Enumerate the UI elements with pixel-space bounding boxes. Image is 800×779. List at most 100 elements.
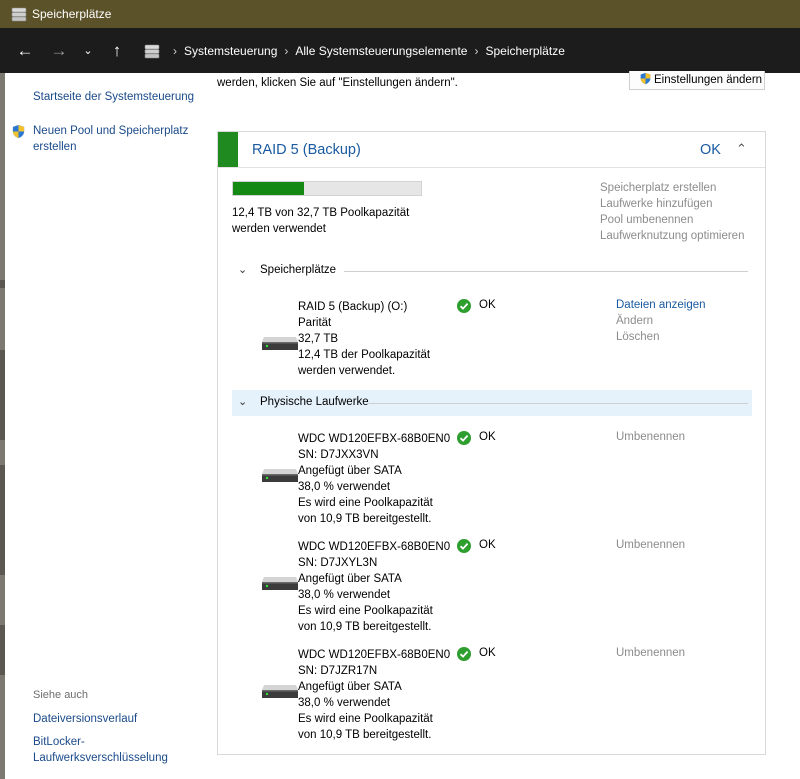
create-space-task[interactable]: Speicherplatz erstellen bbox=[600, 182, 716, 194]
pool-capacity-fill bbox=[233, 182, 305, 195]
rename-drive-link[interactable]: Umbenennen bbox=[616, 431, 685, 443]
drive-status: OK bbox=[479, 431, 496, 443]
rename-drive-link[interactable]: Umbenennen bbox=[616, 539, 685, 551]
drive-capacity: von 10,9 TB bereitgestellt. bbox=[298, 621, 432, 633]
hard-drive-icon bbox=[262, 577, 298, 590]
pool-capacity-line: werden verwendet bbox=[232, 223, 326, 235]
change-space-link[interactable]: Ändern bbox=[616, 315, 653, 327]
storage-space-usage: werden verwendet. bbox=[298, 365, 396, 377]
physical-drive-item: WDC WD120EFBX-68B0EN0 SN: D7JZR17N Angef… bbox=[218, 647, 765, 741]
see-also-heading: Siehe auch bbox=[33, 689, 89, 701]
view-files-link[interactable]: Dateien anzeigen bbox=[616, 299, 706, 311]
breadcrumb-systemsteuerung[interactable]: Systemsteuerung bbox=[184, 44, 277, 58]
physical-drive-details: WDC WD120EFBX-68B0EN0 SN: D7JXYL3N Angef… bbox=[298, 539, 450, 635]
drive-serial: SN: D7JXYL3N bbox=[298, 557, 378, 569]
bitlocker-link-line[interactable]: BitLocker- bbox=[33, 734, 168, 750]
storage-space-name: RAID 5 (Backup) (O:) bbox=[298, 301, 408, 313]
physical-drive-details: WDC WD120EFBX-68B0EN0 SN: D7JZR17N Angef… bbox=[298, 647, 450, 743]
optimize-drive-usage-task[interactable]: Laufwerknutzung optimieren bbox=[600, 230, 744, 242]
background-window-edge bbox=[0, 465, 5, 575]
pool-capacity-bar bbox=[232, 181, 422, 196]
breadcrumb-speicherplaetze[interactable]: Speicherplätze bbox=[485, 44, 564, 58]
uac-shield-icon bbox=[12, 124, 25, 139]
breadcrumb-alle-elemente[interactable]: Alle Systemsteuerungselemente bbox=[295, 44, 467, 58]
storage-space-size: 32,7 TB bbox=[298, 333, 339, 345]
drive-usage: 38,0 % verwendet bbox=[298, 589, 391, 601]
new-pool-link-line[interactable]: erstellen bbox=[33, 139, 188, 155]
control-panel-home-link[interactable]: Startseite der Systemsteuerung bbox=[33, 89, 194, 105]
pool-title: RAID 5 (Backup) bbox=[252, 142, 361, 158]
storage-spaces-icon bbox=[144, 44, 160, 59]
chevron-right-icon: › bbox=[284, 44, 289, 58]
background-window-edge bbox=[0, 280, 5, 288]
intro-text: werden, klicken Sie auf "Einstellungen ä… bbox=[217, 77, 458, 89]
drive-status: OK bbox=[479, 647, 496, 659]
physical-drive-item: WDC WD120EFBX-68B0EN0 SN: D7JXYL3N Angef… bbox=[218, 539, 765, 633]
recent-locations-chevron-icon[interactable]: ⌄ bbox=[77, 40, 99, 62]
drive-capacity: von 10,9 TB bereitgestellt. bbox=[298, 729, 432, 741]
physical-drive-details: WDC WD120EFBX-68B0EN0 SN: D7JXX3VN Angef… bbox=[298, 431, 450, 527]
left-navigation-panel bbox=[0, 73, 205, 779]
storage-spaces-icon bbox=[11, 7, 27, 22]
check-circle-icon bbox=[457, 539, 471, 553]
check-circle-icon bbox=[457, 431, 471, 445]
up-arrow-icon[interactable]: ↑ bbox=[106, 40, 128, 62]
add-drives-task[interactable]: Laufwerke hinzufügen bbox=[600, 198, 713, 210]
chevron-right-icon: › bbox=[474, 44, 479, 58]
pool-header[interactable]: RAID 5 (Backup) OK ⌃ bbox=[218, 132, 765, 168]
storage-space-usage: 12,4 TB der Poolkapazität bbox=[298, 349, 431, 361]
storage-space-resiliency: Parität bbox=[298, 317, 332, 329]
back-arrow-icon[interactable]: ← bbox=[14, 40, 36, 62]
chevron-up-icon[interactable]: ⌃ bbox=[736, 141, 747, 157]
chevron-right-icon: › bbox=[173, 44, 177, 58]
storage-space-details: RAID 5 (Backup) (O:) Parität 32,7 TB 12,… bbox=[298, 299, 430, 379]
background-window-edge bbox=[0, 625, 5, 675]
forward-arrow-icon[interactable]: → bbox=[48, 40, 70, 62]
change-settings-label: Einstellungen ändern bbox=[654, 74, 763, 86]
storage-space-status: OK bbox=[479, 299, 496, 311]
drive-model: WDC WD120EFBX-68B0EN0 bbox=[298, 649, 451, 661]
background-window-edge bbox=[0, 350, 5, 440]
pool-status-accent bbox=[218, 132, 238, 167]
storage-pool-panel: RAID 5 (Backup) OK ⌃ 12,4 TB von 32,7 TB… bbox=[217, 131, 766, 755]
drive-status: OK bbox=[479, 539, 496, 551]
hard-drive-icon bbox=[262, 337, 298, 350]
file-history-link[interactable]: Dateiversionsverlauf bbox=[33, 711, 137, 727]
title-bar: Speicherplätze bbox=[0, 0, 800, 28]
change-settings-button[interactable]: Einstellungen ändern bbox=[629, 71, 765, 90]
bitlocker-link-line[interactable]: Laufwerksverschlüsselung bbox=[33, 750, 168, 766]
drive-usage: 38,0 % verwendet bbox=[298, 697, 391, 709]
chevron-down-icon[interactable]: ⌄ bbox=[238, 395, 247, 408]
rename-drive-link[interactable]: Umbenennen bbox=[616, 647, 685, 659]
storage-space-item: RAID 5 (Backup) (O:) Parität 32,7 TB 12,… bbox=[218, 299, 765, 389]
drive-model: WDC WD120EFBX-68B0EN0 bbox=[298, 541, 451, 553]
hard-drive-icon bbox=[262, 685, 298, 698]
hard-drive-icon bbox=[262, 469, 298, 482]
pool-capacity-line: 12,4 TB von 32,7 TB Poolkapazität bbox=[232, 207, 410, 219]
rename-pool-task[interactable]: Pool umbenennen bbox=[600, 214, 693, 226]
drive-serial: SN: D7JXX3VN bbox=[298, 449, 379, 461]
chevron-down-icon[interactable]: ⌄ bbox=[238, 263, 247, 276]
new-pool-link[interactable]: Neuen Pool und Speicherplatz erstellen bbox=[33, 123, 188, 155]
drive-serial: SN: D7JZR17N bbox=[298, 665, 378, 677]
drive-capacity: von 10,9 TB bereitgestellt. bbox=[298, 513, 432, 525]
drive-model: WDC WD120EFBX-68B0EN0 bbox=[298, 433, 451, 445]
bitlocker-link[interactable]: BitLocker- Laufwerksverschlüsselung bbox=[33, 734, 168, 766]
uac-shield-icon bbox=[640, 72, 651, 85]
section-divider bbox=[367, 403, 748, 404]
address-bar: ← → ⌄ ↑ › Systemsteuerung › Alle Systems… bbox=[0, 28, 800, 73]
new-pool-link-line[interactable]: Neuen Pool und Speicherplatz bbox=[33, 123, 188, 139]
drive-usage: 38,0 % verwendet bbox=[298, 481, 391, 493]
pool-status: OK bbox=[700, 142, 721, 158]
pool-capacity-text: 12,4 TB von 32,7 TB Poolkapazität werden… bbox=[232, 205, 409, 237]
drive-capacity: Es wird eine Poolkapazität bbox=[298, 713, 433, 725]
section-divider bbox=[344, 271, 748, 272]
physical-drives-section-header[interactable]: ⌄ Physische Laufwerke bbox=[232, 390, 752, 416]
drive-connection: Angefügt über SATA bbox=[298, 465, 402, 477]
physical-drives-section-label: Physische Laufwerke bbox=[260, 396, 369, 408]
spaces-section-header[interactable]: ⌄ Speicherplätze bbox=[232, 258, 752, 284]
delete-space-link[interactable]: Löschen bbox=[616, 331, 659, 343]
drive-connection: Angefügt über SATA bbox=[298, 681, 402, 693]
breadcrumb[interactable]: › Systemsteuerung › Alle Systemsteuerung… bbox=[144, 42, 565, 60]
check-circle-icon bbox=[457, 299, 471, 313]
